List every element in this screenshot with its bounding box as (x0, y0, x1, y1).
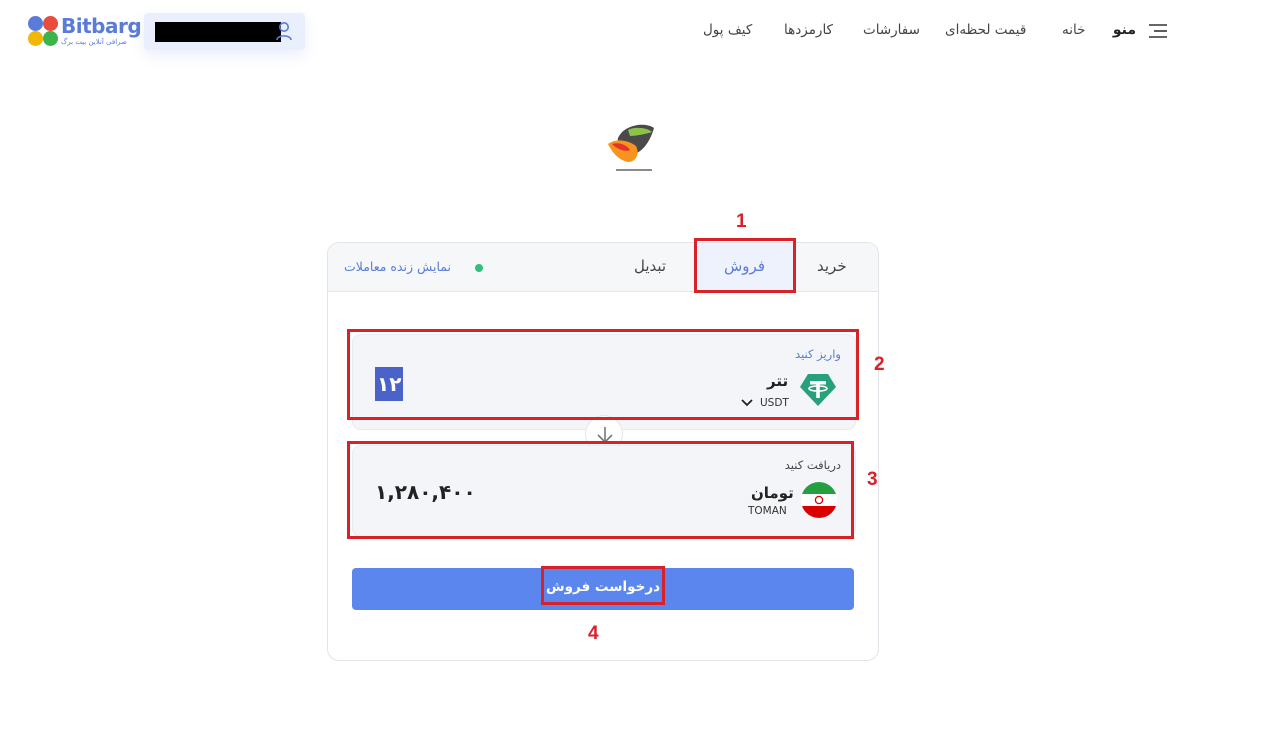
annotation-box-2 (347, 329, 859, 420)
nav-orders[interactable]: سفارشات (863, 22, 920, 38)
live-status-dot (475, 264, 483, 272)
nav-home[interactable]: خانه (1062, 22, 1085, 38)
annotation-number-3: 3 (867, 469, 878, 490)
nav-wallet[interactable]: کیف پول (703, 22, 752, 38)
redacted-username (155, 22, 281, 42)
annotation-number-4: 4 (588, 623, 599, 644)
tab-buy[interactable]: خرید (817, 257, 847, 275)
tab-convert[interactable]: تبدیل (634, 257, 666, 275)
annotation-box-1 (694, 238, 796, 293)
nav-live-prices[interactable]: قیمت لحظه‌ای (945, 22, 1026, 38)
bitbarg-logo[interactable]: Bitbarg صرافی آنلاین بیت برگ (28, 14, 142, 50)
hamburger-icon (1149, 24, 1167, 38)
annotation-number-1: 1 (736, 211, 747, 232)
menu-label: منو (1112, 22, 1136, 38)
logo-subtitle: صرافی آنلاین بیت برگ (61, 38, 127, 46)
logo-wordmark: Bitbarg (61, 14, 142, 38)
user-icon (276, 22, 292, 41)
annotation-number-2: 2 (874, 354, 885, 375)
user-account-button[interactable] (144, 13, 305, 50)
exchange-brand-logo (608, 124, 654, 171)
page: Bitbarg صرافی آنلاین بیت برگ کیف پول کار… (0, 0, 1263, 737)
annotation-box-3 (347, 441, 854, 539)
live-trades-link[interactable]: نمایش زنده معاملات (344, 259, 451, 274)
menu-button[interactable]: منو (1113, 22, 1168, 42)
nav-fees[interactable]: کارمزدها (784, 22, 833, 38)
annotation-box-4 (541, 566, 665, 605)
logo-dots-icon (28, 16, 60, 48)
